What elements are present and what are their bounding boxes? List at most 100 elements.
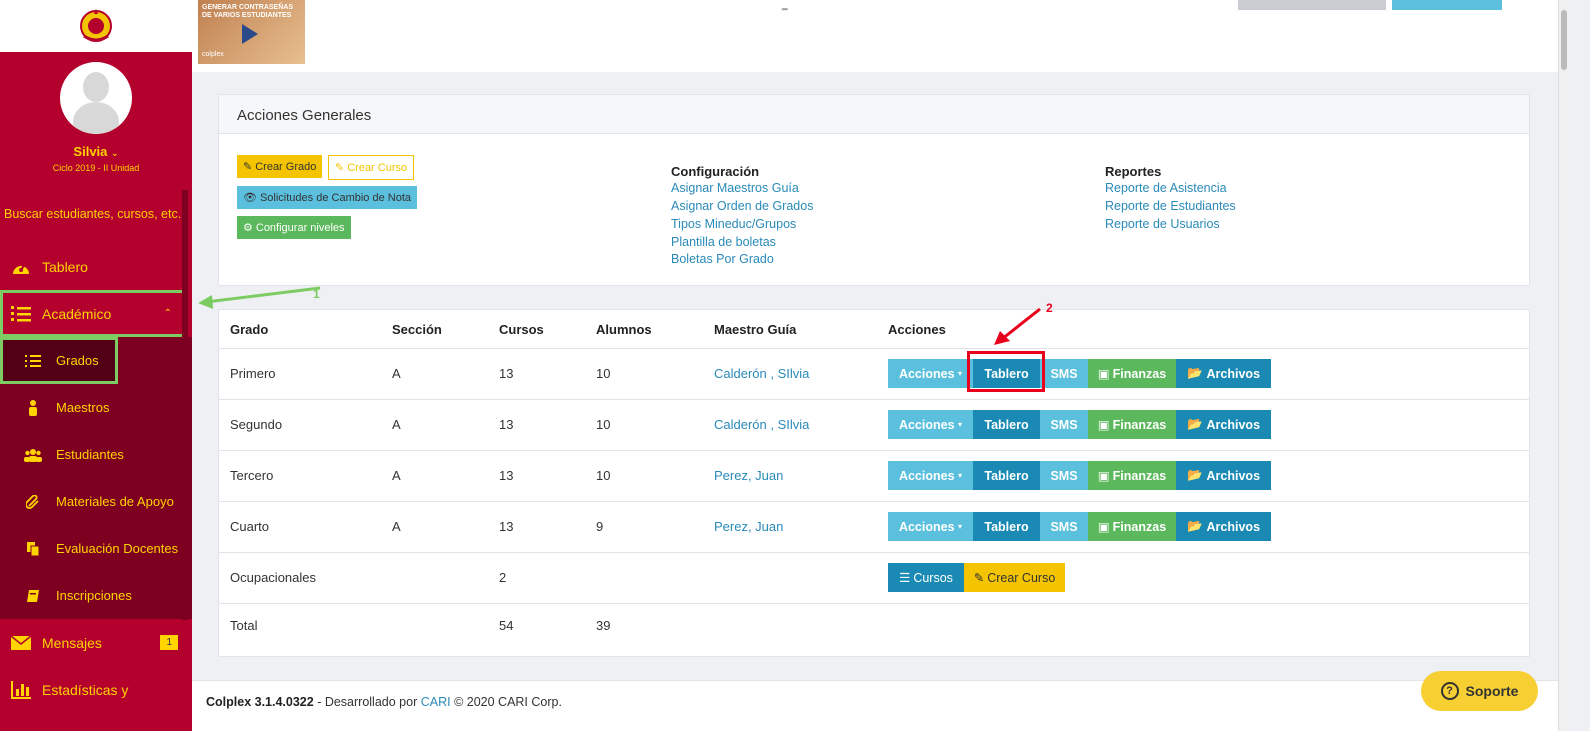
- sidebar: Silvia ⌄ Ciclo 2019 - II Unidad Buscar e…: [0, 0, 192, 731]
- nav-estudiantes[interactable]: Estudiantes: [0, 431, 192, 478]
- top-button-blue[interactable]: [1392, 0, 1502, 10]
- cell-maestro-link[interactable]: Perez, Juan: [714, 519, 783, 534]
- acciones-dropdown-button[interactable]: Acciones ▾: [888, 461, 973, 490]
- cell-cursos: 13: [499, 366, 514, 381]
- money-icon: ▣: [1097, 469, 1110, 483]
- school-logo-icon[interactable]: [76, 6, 116, 46]
- sidebar-scrollbar[interactable]: [182, 190, 188, 620]
- collapse-handle-icon[interactable]: ‗: [782, 0, 788, 11]
- archivos-label: Archivos: [1206, 366, 1261, 381]
- sms-button[interactable]: SMS: [1040, 410, 1088, 439]
- tutorial-video-thumbnail[interactable]: GENERAR CONTRASEÑAS DE VARIOS ESTUDIANTE…: [198, 0, 305, 64]
- cell-alumnos: 10: [596, 417, 611, 432]
- edit-icon: ✎: [335, 162, 345, 174]
- search-link[interactable]: Buscar estudiantes, cursos, etc...: [0, 207, 192, 221]
- table-row: Segundo A 13 10 Calderón , SIlvia Accion…: [219, 399, 1529, 450]
- sms-label: SMS: [1050, 366, 1078, 381]
- video-title: GENERAR CONTRASEÑAS DE VARIOS ESTUDIANTE…: [202, 4, 294, 19]
- archivos-label: Archivos: [1206, 417, 1261, 432]
- tablero-button[interactable]: Tablero: [973, 461, 1040, 490]
- archivos-button[interactable]: 📂 Archivos: [1176, 461, 1271, 490]
- annotation-number-1: 1: [313, 287, 320, 301]
- play-icon: [242, 24, 258, 44]
- link-tipos-mineduc[interactable]: Tipos Mineduc/Grupos: [671, 217, 796, 231]
- header-cursos: Cursos: [499, 322, 544, 337]
- archivos-button[interactable]: 📂 Archivos: [1176, 512, 1271, 541]
- finanzas-button[interactable]: ▣ Finanzas: [1088, 512, 1176, 541]
- finanzas-button[interactable]: ▣ Finanzas: [1088, 410, 1176, 439]
- configurar-niveles-button[interactable]: ⚙ Configurar niveles: [237, 216, 351, 239]
- finanzas-button[interactable]: ▣ Finanzas: [1088, 461, 1176, 490]
- crear-curso-button[interactable]: ✎ Crear Curso: [328, 155, 415, 180]
- question-circle-icon: ?: [1440, 682, 1459, 700]
- nav-mensajes[interactable]: Mensajes 1: [0, 619, 192, 666]
- academico-submenu: Grados Maestros Estudiantes Materiales d…: [0, 337, 192, 619]
- link-asignar-orden[interactable]: Asignar Orden de Grados: [671, 199, 813, 213]
- sms-button[interactable]: SMS: [1040, 512, 1088, 541]
- annotation-green-arrow-icon: [198, 286, 321, 309]
- footer-dev-text: - Desarrollado por: [317, 695, 418, 709]
- link-reporte-usuarios[interactable]: Reporte de Usuarios: [1105, 217, 1220, 231]
- configurar-label: Configurar niveles: [255, 221, 345, 234]
- acciones-dropdown-button[interactable]: Acciones ▾: [888, 359, 973, 388]
- nav-academico[interactable]: Académico ⌃: [0, 290, 186, 337]
- footer-cari-link[interactable]: CARI: [421, 695, 451, 709]
- finanzas-label: Finanzas: [1112, 468, 1167, 483]
- nav-tablero-label: Tablero: [42, 258, 88, 275]
- nav-academico-label: Académico: [42, 305, 112, 322]
- footer-product: Colplex 3.1.4.0322: [206, 695, 314, 709]
- support-button[interactable]: ? Soporte: [1421, 671, 1538, 711]
- link-plantilla-boletas[interactable]: Plantilla de boletas: [671, 235, 776, 249]
- money-icon: ▣: [1097, 418, 1110, 432]
- crear-curso-row-label: Crear Curso: [987, 570, 1056, 585]
- nav-inscripciones[interactable]: Inscripciones: [0, 572, 192, 619]
- cell-seccion: A: [392, 417, 401, 432]
- acciones-dropdown-button[interactable]: Acciones ▾: [888, 410, 973, 439]
- gears-icon: ⚙: [243, 222, 253, 234]
- link-boletas-grado[interactable]: Boletas Por Grado: [671, 252, 774, 266]
- cell-maestro-link[interactable]: Perez, Juan: [714, 468, 783, 483]
- nav-grados[interactable]: Grados: [0, 337, 118, 384]
- cell-maestro-link[interactable]: Calderón , SIlvia: [714, 417, 809, 432]
- page-scrollbar[interactable]: [1558, 0, 1568, 731]
- table-row: Primero A 13 10 Calderón , SIlvia Accion…: [219, 348, 1529, 399]
- table-row: Cuarto A 13 9 Perez, Juan Acciones ▾ Tab…: [219, 501, 1529, 552]
- annotation-red-box: [967, 351, 1045, 392]
- finanzas-button[interactable]: ▣ Finanzas: [1088, 359, 1176, 388]
- avatar[interactable]: [60, 62, 132, 134]
- acciones-label: Acciones: [898, 519, 955, 534]
- nav-maestros[interactable]: Maestros: [0, 384, 192, 431]
- solicitudes-button[interactable]: 👁 Solicitudes de Cambio de Nota: [237, 186, 417, 209]
- archivos-label: Archivos: [1206, 519, 1261, 534]
- sms-button[interactable]: SMS: [1040, 461, 1088, 490]
- cell-maestro-link[interactable]: Calderón , SIlvia: [714, 366, 809, 381]
- top-button-gray[interactable]: [1238, 0, 1386, 10]
- link-reporte-estudiantes[interactable]: Reporte de Estudiantes: [1105, 199, 1236, 213]
- link-reporte-asistencia[interactable]: Reporte de Asistencia: [1105, 181, 1227, 195]
- cursos-button[interactable]: ☰ Cursos: [888, 563, 964, 592]
- tablero-button[interactable]: Tablero: [973, 512, 1040, 541]
- top-bar: GENERAR CONTRASEÑAS DE VARIOS ESTUDIANTE…: [192, 0, 1558, 72]
- tablero-label: Tablero: [984, 468, 1029, 483]
- money-icon: ▣: [1097, 367, 1110, 381]
- crear-grado-button[interactable]: ✎ Crear Grado: [237, 155, 323, 178]
- acciones-dropdown-button[interactable]: Acciones ▾: [888, 512, 973, 541]
- nav-evaluacion[interactable]: Evaluación Docentes: [0, 525, 192, 572]
- link-asignar-maestros[interactable]: Asignar Maestros Guía: [671, 181, 799, 195]
- sms-button[interactable]: SMS: [1040, 359, 1088, 388]
- nav-evaluacion-label: Evaluación Docentes: [56, 541, 179, 556]
- book-icon: [24, 587, 42, 605]
- nav-materiales[interactable]: Materiales de Apoyo: [0, 478, 192, 525]
- user-menu[interactable]: Silvia ⌄: [0, 144, 192, 159]
- archivos-button[interactable]: 📂 Archivos: [1176, 359, 1271, 388]
- tablero-button[interactable]: Tablero: [973, 410, 1040, 439]
- archivos-button[interactable]: 📂 Archivos: [1176, 410, 1271, 439]
- nav-estadisticas[interactable]: Estadísticas y: [0, 666, 192, 713]
- copy-icon: [24, 540, 42, 558]
- crear-curso-row-button[interactable]: ✎ Crear Curso: [964, 563, 1065, 592]
- cell-grado: Primero: [230, 366, 276, 381]
- nav-tablero[interactable]: Tablero: [0, 243, 192, 290]
- cell-grado: Tercero: [230, 468, 274, 483]
- folder-open-icon: 📂: [1186, 519, 1203, 533]
- cell-grado: Ocupacionales: [230, 570, 316, 585]
